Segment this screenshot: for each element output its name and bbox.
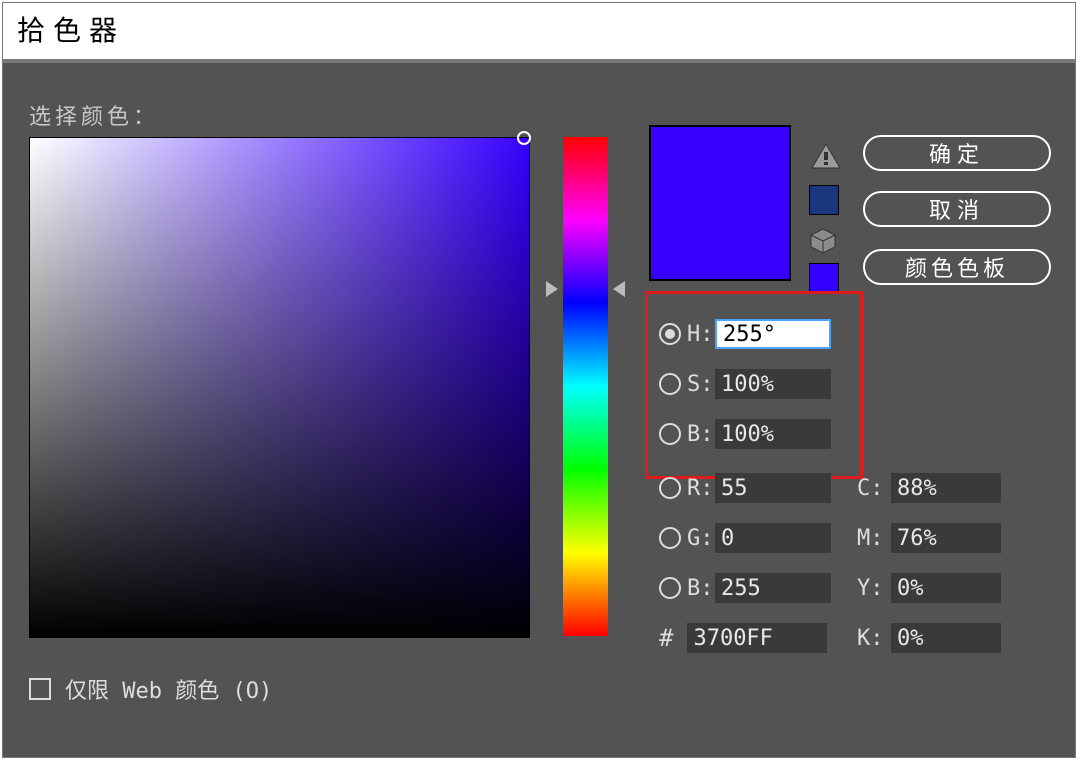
web-only-row: 仅限 Web 颜色 (O) — [29, 673, 272, 705]
c-row: C: — [857, 471, 1001, 505]
h-label: H: — [687, 322, 715, 347]
gamut-warning-icon[interactable] — [811, 143, 841, 169]
current-color-swatch[interactable] — [651, 203, 789, 279]
cancel-button[interactable]: 取消 — [863, 191, 1051, 227]
sb-cursor-icon[interactable] — [517, 131, 531, 145]
y-row: Y: — [857, 571, 1001, 605]
b-row: B: — [659, 417, 831, 451]
color-swatches-button[interactable]: 颜色色板 — [863, 249, 1051, 285]
g-row: G: — [659, 521, 831, 555]
g-label: G: — [687, 526, 715, 551]
dialog-body: 选择颜色： 确定 取消 颜色色板 H: S: — [3, 63, 1075, 757]
g-input[interactable] — [715, 523, 831, 553]
bl-row: B: — [659, 571, 831, 605]
h-row: H: — [659, 317, 831, 351]
c-input[interactable] — [891, 473, 1001, 503]
bl-radio[interactable] — [659, 577, 681, 599]
hue-slider[interactable] — [563, 137, 608, 636]
k-input[interactable] — [891, 623, 1001, 653]
hex-row: # — [659, 621, 827, 655]
h-input[interactable] — [715, 319, 831, 349]
b-input[interactable] — [715, 419, 831, 449]
g-radio[interactable] — [659, 527, 681, 549]
ok-button[interactable]: 确定 — [863, 135, 1051, 171]
hue-arrow-left-icon — [546, 281, 558, 297]
m-input[interactable] — [891, 523, 1001, 553]
web-only-label: 仅限 Web 颜色 (O) — [65, 673, 272, 705]
r-input[interactable] — [715, 473, 831, 503]
new-color-swatch — [651, 127, 789, 203]
s-row: S: — [659, 367, 831, 401]
web-only-checkbox[interactable] — [29, 678, 51, 700]
web-safe-swatch[interactable] — [809, 263, 839, 293]
y-input[interactable] — [891, 573, 1001, 603]
bl-input[interactable] — [715, 573, 831, 603]
r-radio[interactable] — [659, 477, 681, 499]
select-color-label: 选择颜色： — [29, 99, 159, 131]
r-label: R: — [687, 476, 715, 501]
bl-label: B: — [687, 576, 715, 601]
k-label: K: — [857, 626, 891, 651]
m-label: M: — [857, 526, 891, 551]
h-radio[interactable] — [659, 323, 681, 345]
web-safe-cube-icon[interactable] — [809, 227, 837, 255]
b-label: B: — [687, 422, 715, 447]
color-picker-dialog: 拾色器 选择颜色： 确定 取消 颜色色板 H: — [2, 2, 1076, 758]
s-radio[interactable] — [659, 373, 681, 395]
window-title: 拾色器 — [3, 3, 1075, 63]
m-row: M: — [857, 521, 1001, 555]
s-label: S: — [687, 372, 715, 397]
hue-arrow-right-icon — [613, 281, 625, 297]
b-radio[interactable] — [659, 423, 681, 445]
c-label: C: — [857, 476, 891, 501]
gamut-safe-swatch[interactable] — [809, 185, 839, 215]
saturation-brightness-field[interactable] — [29, 137, 530, 638]
r-row: R: — [659, 471, 831, 505]
k-row: K: — [857, 621, 1001, 655]
s-input[interactable] — [715, 369, 831, 399]
hex-input[interactable] — [687, 623, 827, 653]
color-preview — [649, 125, 791, 281]
hash-label: # — [659, 624, 673, 652]
y-label: Y: — [857, 576, 891, 601]
